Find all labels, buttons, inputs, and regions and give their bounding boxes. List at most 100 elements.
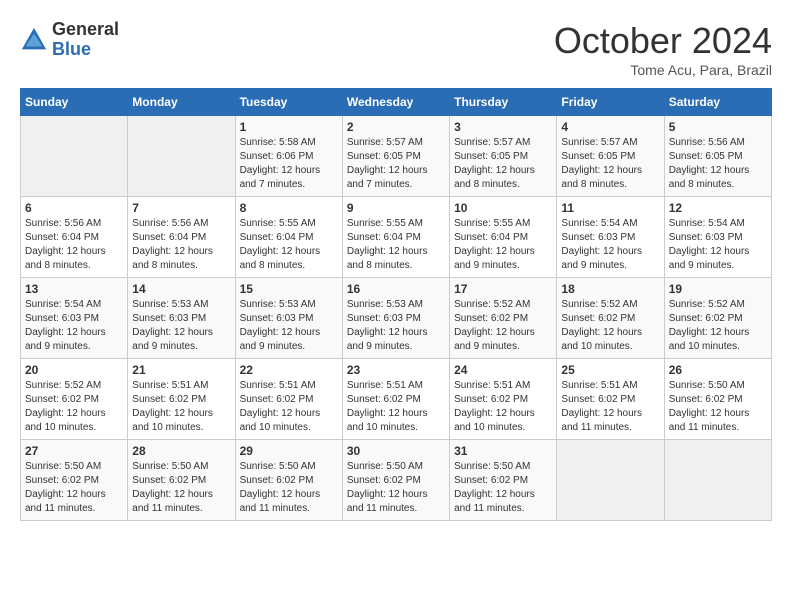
logo-blue: Blue [52, 40, 119, 60]
day-number: 27 [25, 444, 123, 458]
day-info: Sunrise: 5:50 AM Sunset: 6:02 PM Dayligh… [669, 379, 767, 435]
day-info: Sunrise: 5:50 AM Sunset: 6:02 PM Dayligh… [240, 460, 338, 516]
calendar-cell: 9 Sunrise: 5:55 AM Sunset: 6:04 PM Daylig… [342, 197, 449, 278]
calendar-cell: 20 Sunrise: 5:52 AM Sunset: 6:02 PM Dayli… [21, 359, 128, 440]
logo-icon [20, 26, 48, 54]
calendar-header-row: Sunday Monday Tuesday Wednesday Thursday… [21, 89, 772, 116]
calendar-week-2: 6 Sunrise: 5:56 AM Sunset: 6:04 PM Daylig… [21, 197, 772, 278]
day-number: 30 [347, 444, 445, 458]
col-monday: Monday [128, 89, 235, 116]
calendar-cell: 21 Sunrise: 5:51 AM Sunset: 6:02 PM Dayli… [128, 359, 235, 440]
day-number: 25 [561, 363, 659, 377]
calendar-week-4: 20 Sunrise: 5:52 AM Sunset: 6:02 PM Dayli… [21, 359, 772, 440]
day-number: 11 [561, 201, 659, 215]
title-section: October 2024 Tome Acu, Para, Brazil [554, 20, 772, 78]
day-info: Sunrise: 5:51 AM Sunset: 6:02 PM Dayligh… [132, 379, 230, 435]
col-friday: Friday [557, 89, 664, 116]
day-number: 31 [454, 444, 552, 458]
col-tuesday: Tuesday [235, 89, 342, 116]
day-info: Sunrise: 5:52 AM Sunset: 6:02 PM Dayligh… [25, 379, 123, 435]
calendar-cell: 31 Sunrise: 5:50 AM Sunset: 6:02 PM Dayli… [450, 440, 557, 521]
day-info: Sunrise: 5:56 AM Sunset: 6:04 PM Dayligh… [132, 217, 230, 273]
day-info: Sunrise: 5:57 AM Sunset: 6:05 PM Dayligh… [347, 136, 445, 192]
day-number: 2 [347, 120, 445, 134]
day-number: 20 [25, 363, 123, 377]
day-info: Sunrise: 5:56 AM Sunset: 6:05 PM Dayligh… [669, 136, 767, 192]
calendar-cell: 1 Sunrise: 5:58 AM Sunset: 6:06 PM Daylig… [235, 116, 342, 197]
calendar-week-3: 13 Sunrise: 5:54 AM Sunset: 6:03 PM Dayli… [21, 278, 772, 359]
day-number: 29 [240, 444, 338, 458]
day-info: Sunrise: 5:52 AM Sunset: 6:02 PM Dayligh… [454, 298, 552, 354]
day-info: Sunrise: 5:53 AM Sunset: 6:03 PM Dayligh… [240, 298, 338, 354]
calendar-cell: 15Sunrise: 5:53 AM Sunset: 6:03 PM Dayli… [235, 278, 342, 359]
day-number: 22 [240, 363, 338, 377]
calendar-cell: 8Sunrise: 5:55 AM Sunset: 6:04 PM Daylig… [235, 197, 342, 278]
day-info: Sunrise: 5:51 AM Sunset: 6:02 PM Dayligh… [240, 379, 338, 435]
calendar-cell: 14Sunrise: 5:53 AM Sunset: 6:03 PM Dayli… [128, 278, 235, 359]
day-number: 8 [240, 201, 338, 215]
col-thursday: Thursday [450, 89, 557, 116]
calendar-week-5: 27 Sunrise: 5:50 AM Sunset: 6:02 PM Dayli… [21, 440, 772, 521]
calendar-cell: 11Sunrise: 5:54 AM Sunset: 6:03 PM Dayli… [557, 197, 664, 278]
logo: General Blue [20, 20, 119, 60]
day-number: 28 [132, 444, 230, 458]
day-number: 18 [561, 282, 659, 296]
calendar-cell: 19 Sunrise: 5:52 AM Sunset: 6:02 PM Dayli… [664, 278, 771, 359]
day-info: Sunrise: 5:54 AM Sunset: 6:03 PM Dayligh… [25, 298, 123, 354]
calendar-cell: 25 Sunrise: 5:51 AM Sunset: 6:02 PM Dayli… [557, 359, 664, 440]
day-info: Sunrise: 5:50 AM Sunset: 6:02 PM Dayligh… [25, 460, 123, 516]
day-info: Sunrise: 5:55 AM Sunset: 6:04 PM Dayligh… [454, 217, 552, 273]
calendar-cell: 26 Sunrise: 5:50 AM Sunset: 6:02 PM Dayli… [664, 359, 771, 440]
calendar-cell: 27 Sunrise: 5:50 AM Sunset: 6:02 PM Dayli… [21, 440, 128, 521]
day-number: 4 [561, 120, 659, 134]
day-number: 17 [454, 282, 552, 296]
day-number: 14 [132, 282, 230, 296]
calendar-cell: 4Sunrise: 5:57 AM Sunset: 6:05 PM Daylig… [557, 116, 664, 197]
day-number: 16 [347, 282, 445, 296]
day-number: 21 [132, 363, 230, 377]
calendar-cell: 10 Sunrise: 5:55 AM Sunset: 6:04 PM Dayli… [450, 197, 557, 278]
day-number: 12 [669, 201, 767, 215]
calendar-cell: 6Sunrise: 5:56 AM Sunset: 6:04 PM Daylig… [21, 197, 128, 278]
day-number: 13 [25, 282, 123, 296]
day-info: Sunrise: 5:51 AM Sunset: 6:02 PM Dayligh… [347, 379, 445, 435]
day-info: Sunrise: 5:53 AM Sunset: 6:03 PM Dayligh… [347, 298, 445, 354]
day-info: Sunrise: 5:57 AM Sunset: 6:05 PM Dayligh… [454, 136, 552, 192]
day-number: 9 [347, 201, 445, 215]
calendar-cell: 7 Sunrise: 5:56 AM Sunset: 6:04 PM Daylig… [128, 197, 235, 278]
logo-text: General Blue [52, 20, 119, 60]
day-number: 6 [25, 201, 123, 215]
day-number: 26 [669, 363, 767, 377]
calendar-cell: 5Sunrise: 5:56 AM Sunset: 6:05 PM Daylig… [664, 116, 771, 197]
day-number: 1 [240, 120, 338, 134]
day-info: Sunrise: 5:52 AM Sunset: 6:02 PM Dayligh… [669, 298, 767, 354]
day-number: 7 [132, 201, 230, 215]
calendar-table: Sunday Monday Tuesday Wednesday Thursday… [20, 88, 772, 521]
day-info: Sunrise: 5:52 AM Sunset: 6:02 PM Dayligh… [561, 298, 659, 354]
day-info: Sunrise: 5:55 AM Sunset: 6:04 PM Dayligh… [347, 217, 445, 273]
day-number: 23 [347, 363, 445, 377]
calendar-cell [664, 440, 771, 521]
page-header: General Blue October 2024 Tome Acu, Para… [20, 20, 772, 78]
calendar-cell: 24Sunrise: 5:51 AM Sunset: 6:02 PM Dayli… [450, 359, 557, 440]
day-info: Sunrise: 5:50 AM Sunset: 6:02 PM Dayligh… [347, 460, 445, 516]
day-number: 19 [669, 282, 767, 296]
calendar-cell: 30 Sunrise: 5:50 AM Sunset: 6:02 PM Dayli… [342, 440, 449, 521]
calendar-cell: 23 Sunrise: 5:51 AM Sunset: 6:02 PM Dayli… [342, 359, 449, 440]
calendar-cell: 17 Sunrise: 5:52 AM Sunset: 6:02 PM Dayli… [450, 278, 557, 359]
day-number: 10 [454, 201, 552, 215]
month-title: October 2024 [554, 20, 772, 62]
location-subtitle: Tome Acu, Para, Brazil [554, 62, 772, 78]
col-wednesday: Wednesday [342, 89, 449, 116]
calendar-cell: 22 Sunrise: 5:51 AM Sunset: 6:02 PM Dayli… [235, 359, 342, 440]
day-info: Sunrise: 5:51 AM Sunset: 6:02 PM Dayligh… [561, 379, 659, 435]
day-info: Sunrise: 5:50 AM Sunset: 6:02 PM Dayligh… [132, 460, 230, 516]
calendar-cell: 3Sunrise: 5:57 AM Sunset: 6:05 PM Daylig… [450, 116, 557, 197]
day-info: Sunrise: 5:50 AM Sunset: 6:02 PM Dayligh… [454, 460, 552, 516]
day-info: Sunrise: 5:54 AM Sunset: 6:03 PM Dayligh… [669, 217, 767, 273]
calendar-cell: 28 Sunrise: 5:50 AM Sunset: 6:02 PM Dayli… [128, 440, 235, 521]
day-info: Sunrise: 5:58 AM Sunset: 6:06 PM Dayligh… [240, 136, 338, 192]
calendar-cell: 29 Sunrise: 5:50 AM Sunset: 6:02 PM Dayli… [235, 440, 342, 521]
calendar-cell: 18 Sunrise: 5:52 AM Sunset: 6:02 PM Dayli… [557, 278, 664, 359]
col-saturday: Saturday [664, 89, 771, 116]
